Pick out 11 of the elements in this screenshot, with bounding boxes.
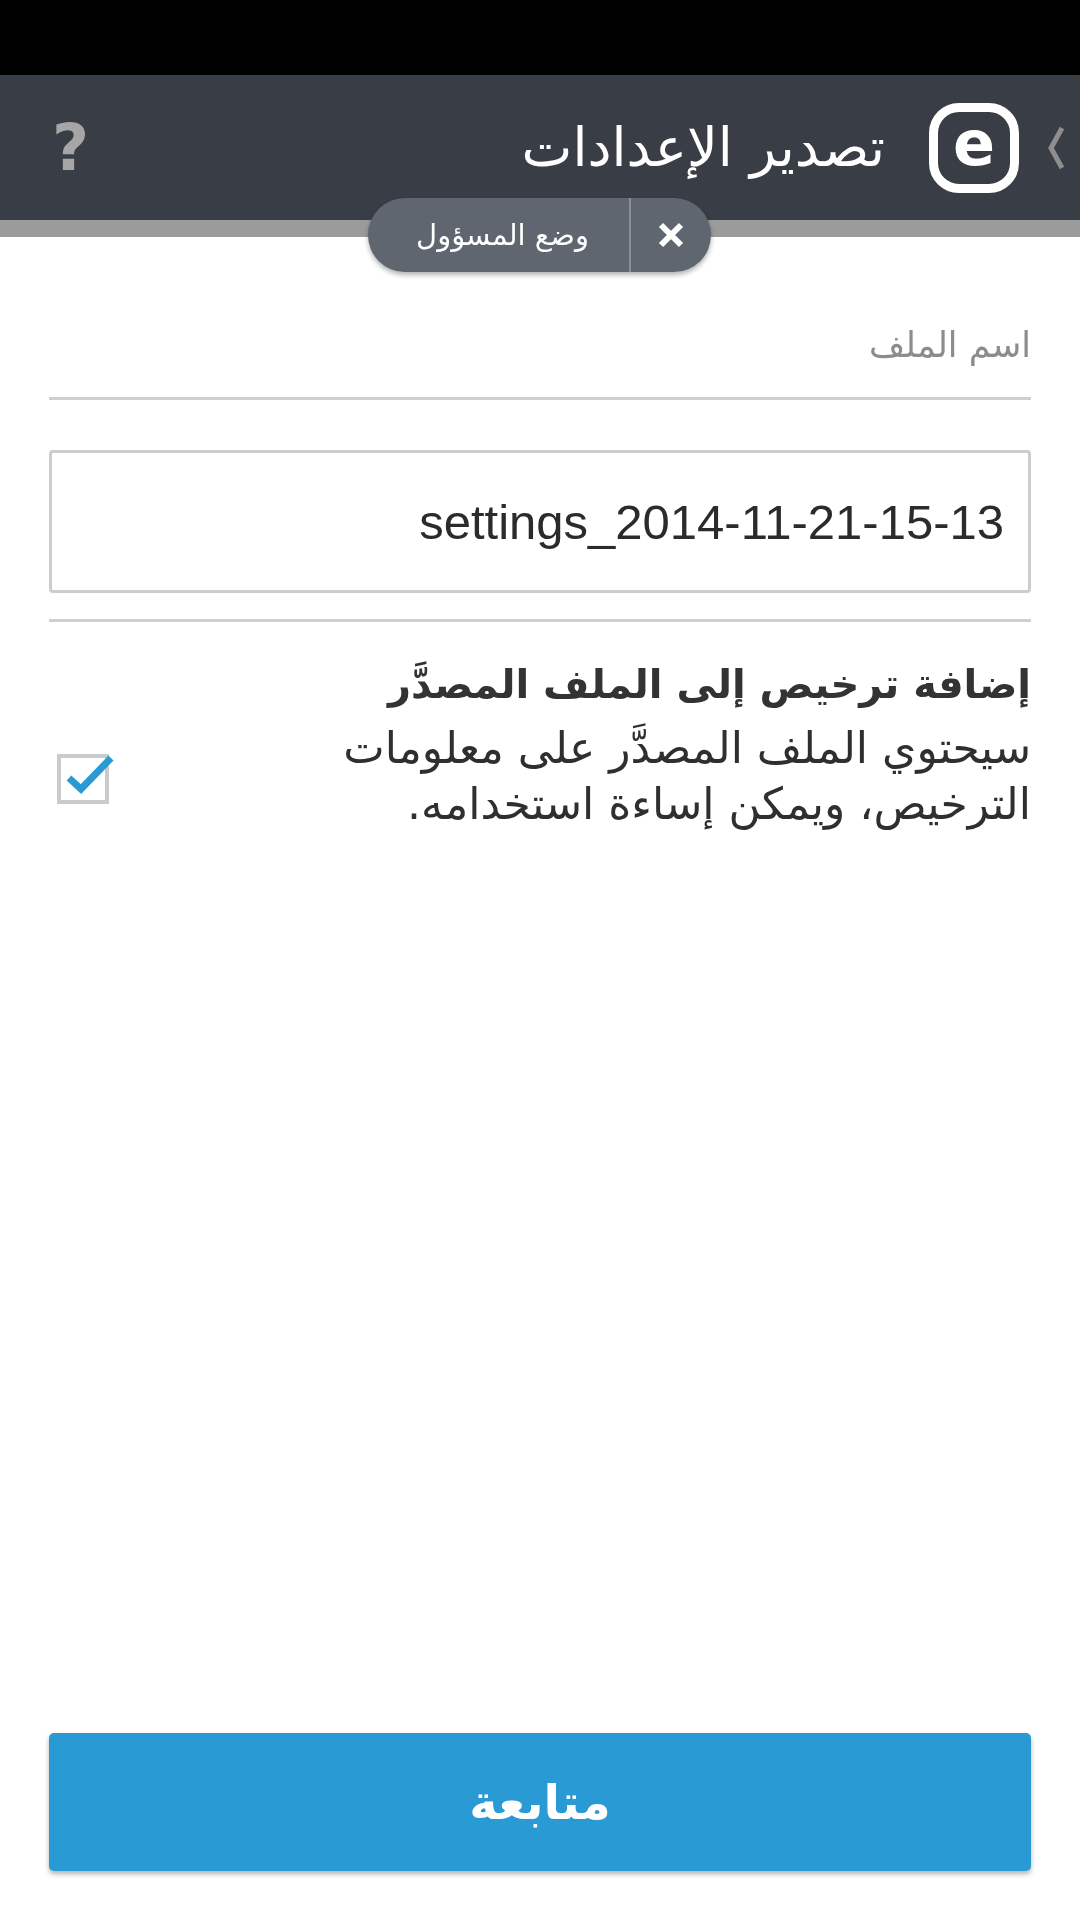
app-logo: e [929, 102, 1019, 193]
option-description: سيحتوي الملف المصدَّر على معلومات الترخيص، ويمكن إساءة استخدامه. [342, 721, 1031, 832]
screen-title: تصدير الإعدادات [521, 116, 885, 179]
continue-button[interactable]: متابعة [49, 1733, 1031, 1871]
close-icon [658, 222, 684, 248]
input-field[interactable]: settings_2014-11-21-15-13 [49, 450, 1031, 593]
badge-label: وضع المسؤول [415, 218, 590, 252]
field-label: اسم الملف [868, 324, 1031, 368]
chevron-icon[interactable] [1047, 125, 1065, 170]
help-button[interactable]: ? [48, 115, 94, 180]
option-title: إضافة ترخيص إلى الملف المصدَّر [385, 660, 1031, 710]
